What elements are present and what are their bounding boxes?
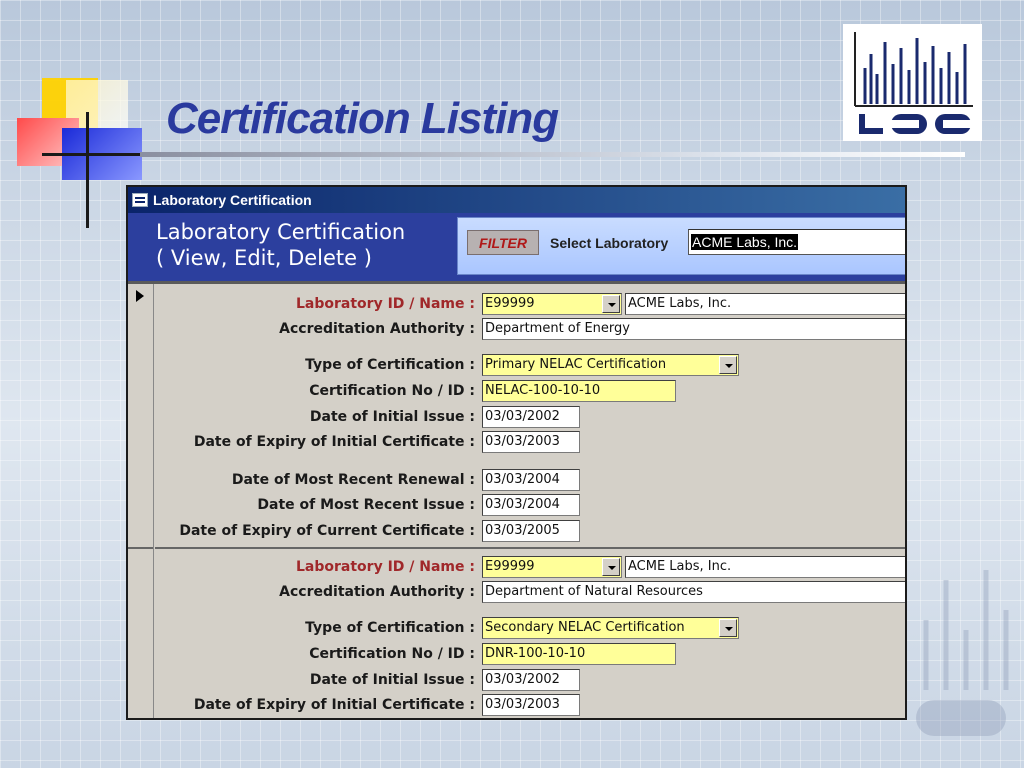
- cert-no-label: Certification No / ID :: [309, 383, 475, 399]
- type-combo[interactable]: Primary NELAC Certification: [482, 354, 739, 376]
- chevron-down-icon[interactable]: [719, 619, 737, 637]
- lab-id-combo[interactable]: E99999: [482, 293, 622, 315]
- row-recent-renewal: Date of Most Recent Renewal : 03/03/2004: [155, 469, 905, 491]
- filter-button[interactable]: FILTER: [467, 230, 539, 255]
- current-record-arrow-icon: [136, 290, 144, 302]
- row-expiry-current: Date of Expiry of Current Certificate : …: [155, 520, 905, 542]
- title-underline: [140, 152, 965, 157]
- logo-watermark: [906, 560, 1016, 750]
- row-lab-id: Laboratory ID / Name : E99999 ACME Labs,…: [155, 293, 905, 315]
- lab-id-label: Laboratory ID / Name :: [296, 296, 475, 312]
- row-authority: Accreditation Authority : Department of …: [155, 318, 905, 340]
- lab-id-value: E99999: [485, 559, 535, 574]
- ldc-logo: LDC: [843, 24, 982, 141]
- authority-field[interactable]: Department of Natural Resources: [482, 581, 905, 603]
- lab-id-value: E99999: [485, 296, 535, 311]
- header-line-1: Laboratory Certification: [156, 220, 406, 244]
- window-titlebar: Laboratory Certification: [128, 187, 905, 213]
- window-title: Laboratory Certification: [153, 192, 312, 208]
- type-label: Type of Certification :: [305, 357, 475, 373]
- type-combo[interactable]: Secondary NELAC Certification: [482, 617, 739, 639]
- record-divider: [155, 547, 905, 549]
- cert-no-field[interactable]: NELAC-100-10-10: [482, 380, 676, 402]
- select-laboratory-label: Select Laboratory: [550, 235, 669, 251]
- type-value: Primary NELAC Certification: [485, 357, 667, 372]
- row-cert-no: Certification No / ID : DNR-100-10-10: [155, 643, 905, 665]
- form-header: Laboratory Certification ( View, Edit, D…: [128, 213, 905, 281]
- recent-issue-label: Date of Most Recent Issue :: [257, 497, 475, 513]
- lab-id-label: Laboratory ID / Name :: [296, 559, 475, 575]
- row-initial-issue: Date of Initial Issue : 03/03/2002: [155, 669, 905, 691]
- access-form-window: Laboratory Certification Laboratory Cert…: [126, 185, 907, 720]
- row-authority: Accreditation Authority : Department of …: [155, 581, 905, 603]
- expiry-initial-field[interactable]: 03/03/2003: [482, 431, 580, 453]
- lab-id-combo[interactable]: E99999: [482, 556, 622, 578]
- authority-label: Accreditation Authority :: [279, 584, 475, 600]
- expiry-initial-label: Date of Expiry of Initial Certificate :: [193, 434, 475, 450]
- select-laboratory-input[interactable]: ACME Labs, Inc.: [688, 229, 905, 255]
- recent-issue-field[interactable]: 03/03/2004: [482, 494, 580, 516]
- header-line-2: ( View, Edit, Delete ): [156, 246, 372, 270]
- row-type: Type of Certification : Primary NELAC Ce…: [155, 354, 905, 376]
- record-selector-divider: [128, 547, 153, 549]
- expiry-current-field[interactable]: 03/03/2005: [482, 520, 580, 542]
- chevron-down-icon[interactable]: [602, 295, 620, 313]
- chevron-down-icon[interactable]: [719, 356, 737, 374]
- cert-no-field[interactable]: DNR-100-10-10: [482, 643, 676, 665]
- recent-renewal-field[interactable]: 03/03/2004: [482, 469, 580, 491]
- row-initial-issue: Date of Initial Issue : 03/03/2002: [155, 406, 905, 428]
- authority-field[interactable]: Department of Energy: [482, 318, 905, 340]
- form-header-title: Laboratory Certification ( View, Edit, D…: [156, 219, 405, 271]
- recent-renewal-label: Date of Most Recent Renewal :: [231, 472, 475, 488]
- expiry-current-label: Date of Expiry of Current Certificate :: [179, 523, 475, 539]
- initial-issue-label: Date of Initial Issue :: [309, 409, 475, 425]
- authority-label: Accreditation Authority :: [279, 321, 475, 337]
- type-value: Secondary NELAC Certification: [485, 620, 685, 635]
- row-expiry-initial: Date of Expiry of Initial Certificate : …: [155, 694, 905, 716]
- initial-issue-label: Date of Initial Issue :: [309, 672, 475, 688]
- row-type: Type of Certification : Secondary NELAC …: [155, 617, 905, 639]
- record-selector-column[interactable]: [128, 284, 154, 718]
- header-separator: [128, 281, 905, 284]
- expiry-initial-label: Date of Expiry of Initial Certificate :: [193, 697, 475, 713]
- cert-no-label: Certification No / ID :: [309, 646, 475, 662]
- chevron-down-icon[interactable]: [602, 558, 620, 576]
- row-expiry-initial: Date of Expiry of Initial Certificate : …: [155, 431, 905, 453]
- form-icon: [132, 193, 148, 207]
- lab-name-field[interactable]: ACME Labs, Inc.: [625, 556, 905, 578]
- svg-text:LDC: LDC: [913, 139, 915, 141]
- slide-title: Certification Listing: [166, 94, 559, 143]
- decor-horizontal-line: [42, 153, 150, 156]
- expiry-initial-field[interactable]: 03/03/2003: [482, 694, 580, 716]
- row-lab-id: Laboratory ID / Name : E99999 ACME Labs,…: [155, 556, 905, 578]
- initial-issue-field[interactable]: 03/03/2002: [482, 406, 580, 428]
- select-laboratory-value: ACME Labs, Inc.: [691, 234, 799, 250]
- filter-panel: FILTER Select Laboratory ACME Labs, Inc.: [457, 217, 905, 275]
- decor-vertical-line: [86, 112, 89, 228]
- row-recent-issue: Date of Most Recent Issue : 03/03/2004: [155, 494, 905, 516]
- row-cert-no: Certification No / ID : NELAC-100-10-10: [155, 380, 905, 402]
- lab-name-field[interactable]: ACME Labs, Inc.: [625, 293, 905, 315]
- type-label: Type of Certification :: [305, 620, 475, 636]
- initial-issue-field[interactable]: 03/03/2002: [482, 669, 580, 691]
